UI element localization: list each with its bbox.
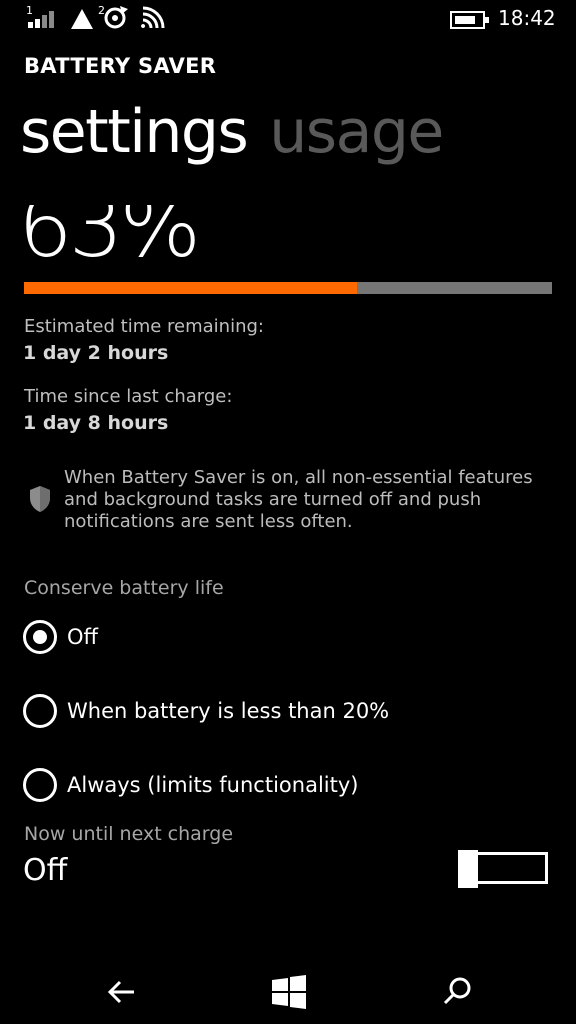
radio-label-always: Always (limits functionality): [67, 773, 359, 797]
battery-level-bar: [24, 282, 552, 294]
status-bar: 1 2 18:42: [0, 0, 576, 40]
tab-settings[interactable]: settings: [20, 92, 249, 172]
toggle-track: [466, 852, 548, 884]
since-charge-label: Time since last charge:: [24, 386, 233, 407]
app-title: BATTERY SAVER: [24, 54, 217, 78]
radio-button[interactable]: [23, 768, 57, 802]
battery-percent-container: 63%: [0, 205, 576, 275]
radio-label-less-than-20: When battery is less than 20%: [67, 699, 390, 723]
radio-dot: [33, 630, 47, 644]
shield-icon: [28, 485, 52, 513]
radio-label-off: Off: [67, 625, 98, 649]
conserve-battery-label: Conserve battery life: [24, 577, 224, 599]
radio-option-always[interactable]: Always (limits functionality): [23, 768, 358, 802]
search-icon[interactable]: [436, 972, 480, 1012]
sim2-sync-icon: 2: [98, 4, 130, 30]
navigation-bar: [0, 960, 576, 1024]
toggle-thumb[interactable]: [458, 850, 478, 888]
radio-option-less-than-20[interactable]: When battery is less than 20%: [23, 694, 389, 728]
back-arrow-icon[interactable]: [100, 972, 144, 1012]
signal-triangle-icon: [70, 8, 94, 30]
radio-option-off[interactable]: Off: [23, 620, 98, 654]
battery-percent: 63%: [18, 205, 201, 275]
radio-button-selected[interactable]: [23, 620, 57, 654]
pivot-header: settings usage: [20, 92, 465, 172]
until-charge-value: Off: [23, 853, 68, 888]
radio-button[interactable]: [23, 694, 57, 728]
wifi-icon: [140, 6, 166, 30]
since-charge-value: 1 day 8 hours: [23, 412, 169, 434]
estimated-time-label: Estimated time remaining:: [24, 316, 264, 337]
until-charge-toggle[interactable]: [458, 850, 550, 888]
windows-start-icon[interactable]: [268, 972, 312, 1012]
clock-time: 18:42: [498, 6, 556, 30]
battery-icon: [450, 10, 490, 30]
estimated-time-value: 1 day 2 hours: [23, 342, 169, 364]
until-charge-label: Now until next charge: [24, 823, 234, 845]
battery-saver-info: When Battery Saver is on, all non-essent…: [64, 467, 533, 532]
battery-level-fill: [24, 282, 357, 294]
signal-sim1-icon: 1: [24, 4, 60, 30]
tab-usage[interactable]: usage: [269, 92, 444, 172]
